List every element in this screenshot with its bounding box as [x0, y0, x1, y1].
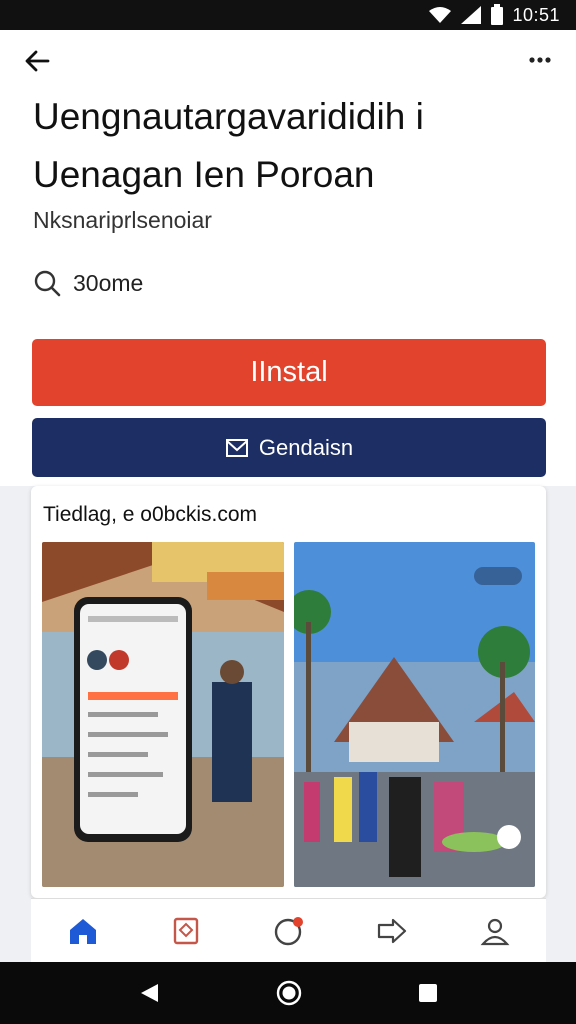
system-navigation: [0, 962, 576, 1024]
wifi-icon: [429, 7, 452, 23]
share-icon: [377, 918, 406, 944]
nav-notifications[interactable]: [267, 909, 311, 953]
search-icon: [34, 270, 61, 297]
screenshot-1[interactable]: [42, 542, 284, 887]
nav-books[interactable]: [164, 909, 208, 953]
status-time: 10:51: [512, 4, 560, 25]
app-bar: [0, 30, 576, 88]
app-title: Uengnautargavarididih i Uenagan Ien Poro…: [33, 88, 543, 204]
app-title-line-1: Uengnautargavarididih i: [33, 96, 424, 137]
notification-circle-icon: [274, 917, 303, 946]
home-icon: [69, 919, 96, 944]
secondary-button-label: Gendaisn: [258, 434, 354, 460]
status-bar: 10:51: [0, 0, 576, 30]
install-button[interactable]: IInstal: [32, 339, 546, 406]
nav-share[interactable]: [370, 909, 414, 953]
nav-home[interactable]: [61, 909, 105, 953]
screenshot-2[interactable]: [294, 542, 535, 887]
more-vert-icon[interactable]: [526, 48, 556, 72]
back-triangle-icon[interactable]: [138, 982, 160, 1004]
nav-profile[interactable]: [473, 909, 517, 953]
bottom-navigation: [31, 898, 546, 963]
book-icon: [173, 917, 198, 945]
home-circle-icon[interactable]: [276, 980, 302, 1006]
signal-icon: [461, 6, 482, 24]
gallery-caption: Tiedlag, e o0bckis.com: [43, 503, 257, 526]
size-row: 30ome: [33, 266, 143, 300]
back-arrow-icon[interactable]: [22, 46, 52, 76]
battery-icon: [491, 4, 504, 25]
recents-square-icon[interactable]: [418, 983, 438, 1003]
mail-icon: [225, 438, 248, 457]
app-size: 30ome: [73, 269, 144, 296]
profile-icon: [480, 918, 509, 946]
app-developer[interactable]: Nksnariprlsenoiar: [33, 207, 212, 234]
status-icons: 10:51: [428, 4, 560, 26]
app-title-line-2: Uenagan Ien Poroan: [33, 154, 375, 195]
secondary-button[interactable]: Gendaisn: [32, 418, 546, 477]
